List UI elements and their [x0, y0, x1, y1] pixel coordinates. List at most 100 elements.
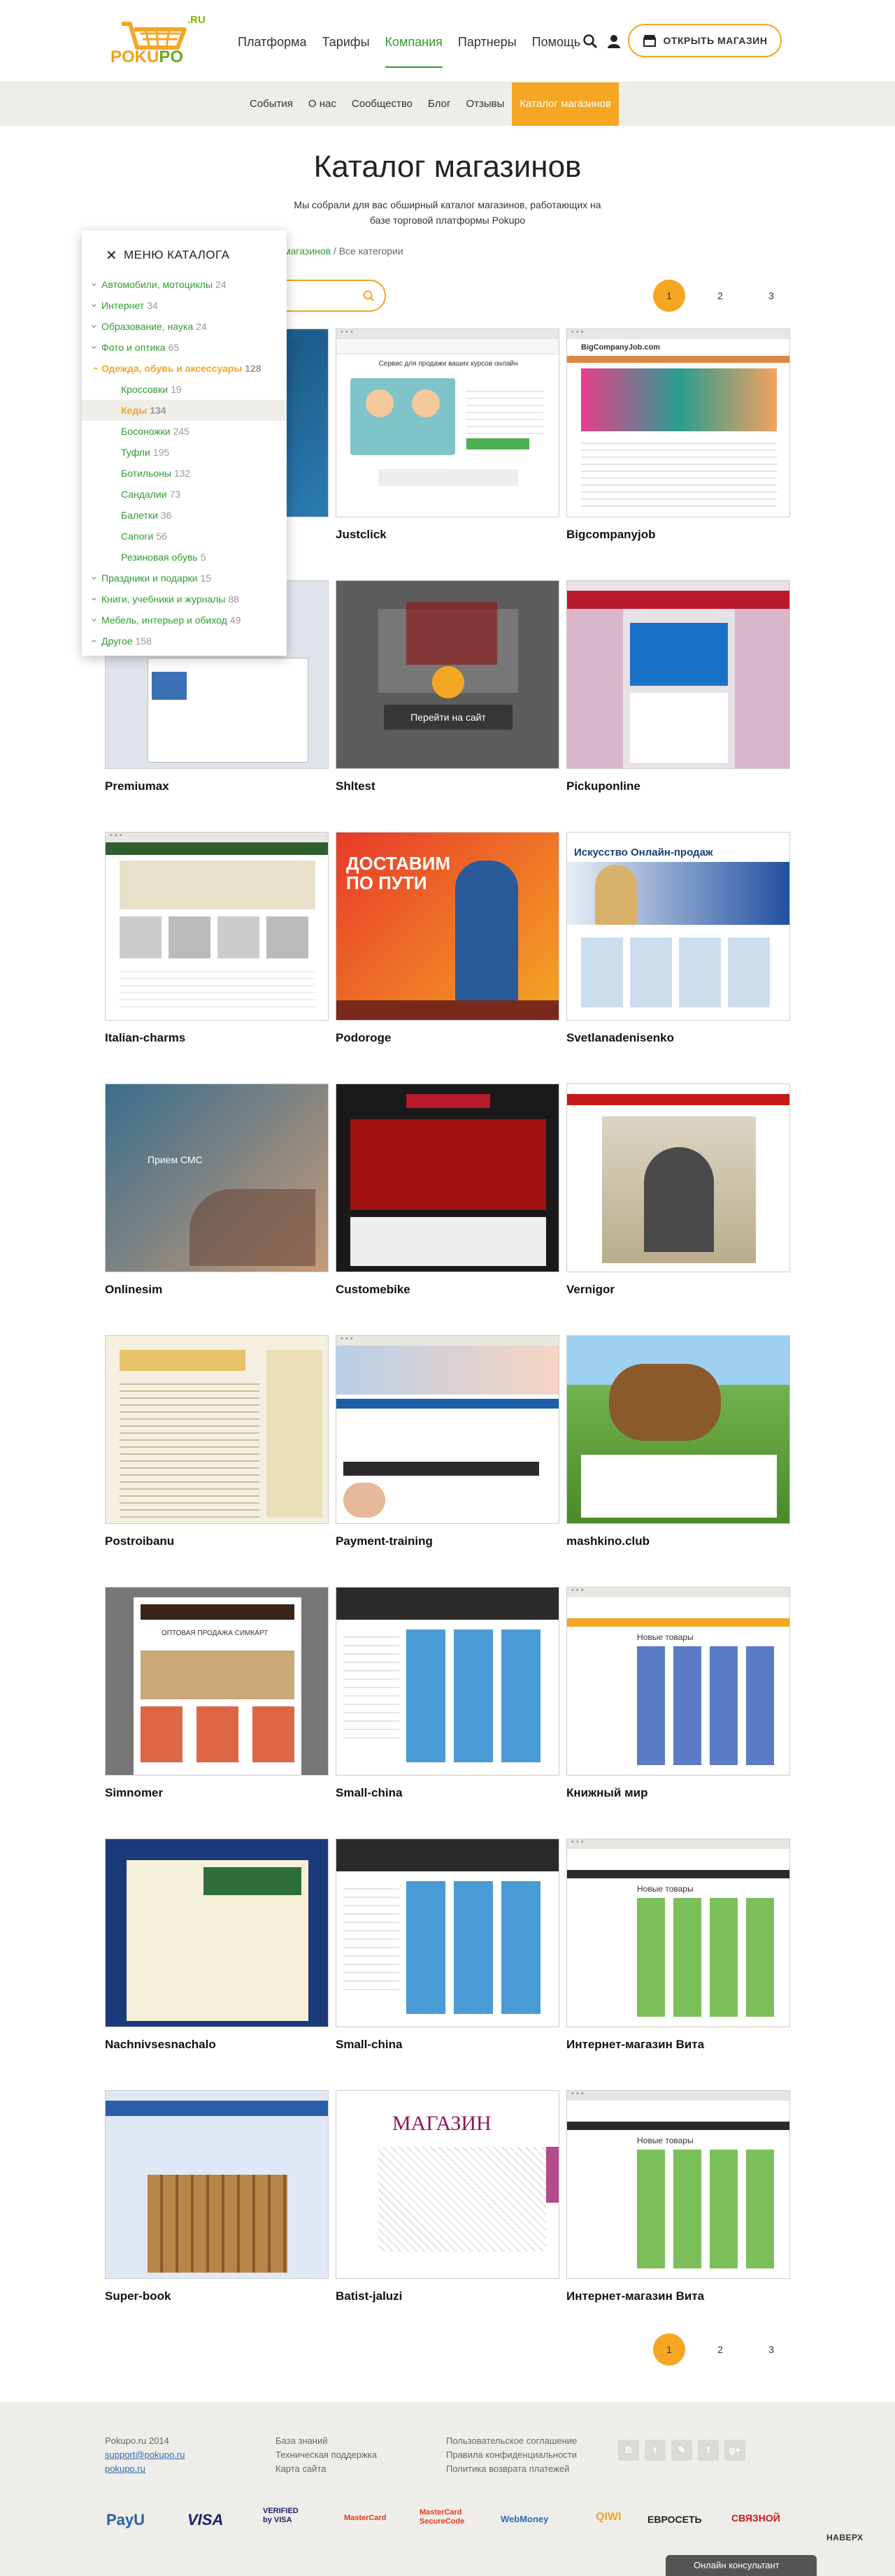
page-1[interactable]: 1 [653, 2333, 685, 2366]
user-agreement-link[interactable]: Пользовательское соглашение [446, 2434, 577, 2448]
shop-name[interactable]: Small-china [336, 2038, 402, 2052]
nav-tariffs[interactable]: Тарифы [322, 35, 370, 68]
shop-card[interactable]: Small-china [336, 1587, 559, 1799]
livejournal-icon[interactable]: ✎ [671, 2440, 692, 2461]
shop-card[interactable]: Новые товары Интернет-магазин Вита [566, 2090, 790, 2303]
shop-screenshot[interactable]: Сервис для продажи ваших курсов онлайн [336, 329, 559, 517]
shop-card[interactable]: Искусство Онлайн-продаж Svetlanadenisenk… [566, 832, 790, 1044]
shop-name[interactable]: Italian-charms [105, 1031, 185, 1045]
shop-name[interactable]: Payment-training [336, 1534, 433, 1548]
shop-card[interactable]: BigCompanyJob.com Bigcompanyjob [566, 329, 790, 541]
page-2[interactable]: 2 [704, 280, 736, 312]
shop-name[interactable]: Pickuponline [566, 779, 640, 793]
close-icon[interactable]: ✕ [106, 247, 117, 264]
sitemap-link[interactable]: Карта сайта [275, 2462, 377, 2476]
shop-name[interactable]: Vernigor [566, 1283, 615, 1297]
shop-card[interactable]: ОПТОВАЯ ПРОДАЖА СИМКАРТ Simnomer [105, 1587, 329, 1799]
shop-name[interactable]: Podoroge [336, 1031, 391, 1045]
shop-screenshot[interactable] [566, 1084, 790, 1272]
shop-screenshot[interactable]: Новые товары [566, 1587, 790, 1776]
shop-name[interactable]: Justclick [336, 528, 387, 542]
shop-screenshot[interactable] [566, 1335, 790, 1524]
shop-card[interactable]: Pickuponline [566, 580, 790, 793]
twitter-icon[interactable]: t [645, 2440, 666, 2461]
category-auto[interactable]: Автомобили, мотоциклы24 [90, 274, 287, 295]
shop-name[interactable]: Интернет-магазин Вита [566, 2289, 704, 2303]
shop-name[interactable]: Super-book [105, 2289, 171, 2303]
shop-card[interactable]: ДОСТАВИМ ПО ПУТИ Podoroge [336, 832, 559, 1044]
shop-name[interactable]: Svetlanadenisenko [566, 1031, 674, 1045]
shop-card[interactable]: Прием СМС Onlinesim [105, 1084, 329, 1296]
shop-card[interactable]: Super-book [105, 2090, 329, 2303]
online-chat-button[interactable]: Онлайн консультант [666, 2555, 817, 2576]
tech-support-link[interactable]: Техническая поддержка [275, 2448, 377, 2462]
shop-card[interactable]: mashkino.club [566, 1335, 790, 1548]
page-3[interactable]: 3 [755, 2333, 787, 2366]
shop-screenshot[interactable]: Новые товары [566, 2090, 790, 2279]
shop-screenshot[interactable]: BigCompanyJob.com [566, 329, 790, 517]
category-other[interactable]: Другое158 [90, 631, 287, 652]
shop-screenshot[interactable]: Прием СМС [105, 1084, 329, 1272]
shop-screenshot[interactable]: Искусство Онлайн-продаж [566, 832, 790, 1021]
subcategory-sneakers[interactable]: Кроссовки 19 [90, 379, 287, 400]
shop-screenshot[interactable] [105, 1839, 329, 2027]
subnav-blog[interactable]: Блог [420, 82, 458, 126]
category-holidays[interactable]: Праздники и подарки15 [90, 568, 287, 589]
subcategory-ballet-flats[interactable]: Балетки 36 [90, 505, 287, 526]
user-icon[interactable] [606, 33, 622, 50]
shop-name[interactable]: Onlinesim [105, 1283, 162, 1297]
shop-name[interactable]: mashkino.club [566, 1534, 650, 1548]
knowledge-base-link[interactable]: База знаний [275, 2434, 377, 2448]
category-internet[interactable]: Интернет34 [90, 295, 287, 316]
shop-screenshot[interactable] [336, 1587, 559, 1776]
nav-partners[interactable]: Партнеры [458, 35, 517, 68]
back-to-top-button[interactable]: НАВЕРХ [826, 2533, 864, 2542]
shop-card[interactable]: Новые товары Книжный мир [566, 1587, 790, 1799]
shop-screenshot[interactable]: МАГАЗИН [336, 2090, 559, 2279]
nav-help[interactable]: Помощь [532, 35, 581, 68]
subcategory-sandals-open[interactable]: Босоножки 245 [90, 421, 287, 442]
shop-screenshot[interactable]: ДОСТАВИМ ПО ПУТИ [336, 832, 559, 1021]
shop-name[interactable]: Nachnivsesnachalo [105, 2038, 216, 2052]
open-shop-button[interactable]: ОТКРЫТЬ МАГАЗИН [628, 24, 782, 57]
category-photo[interactable]: Фото и оптика65 [90, 337, 287, 358]
shop-name[interactable]: Batist-jaluzi [336, 2289, 402, 2303]
shop-screenshot[interactable] [105, 1335, 329, 1524]
category-furniture[interactable]: Мебель, интерьер и обиход49 [90, 610, 287, 631]
shop-name[interactable]: Simnomer [105, 1786, 163, 1800]
external-link-icon[interactable] [432, 666, 464, 698]
shop-screenshot[interactable]: Перейти на сайт [336, 580, 559, 769]
visit-site-button[interactable]: Перейти на сайт [384, 705, 513, 730]
subnav-shop-catalog[interactable]: Каталог магазинов [512, 82, 619, 126]
shop-screenshot[interactable]: Новые товары [566, 1839, 790, 2027]
subcategory-shoes[interactable]: Туфли 195 [90, 442, 287, 463]
shop-name[interactable]: Premiumax [105, 779, 169, 793]
search-icon[interactable] [582, 33, 599, 50]
subcategory-keds[interactable]: Кеды 134 [82, 400, 287, 421]
subcategory-rubber-boots[interactable]: Резиновая обувь 5 [90, 547, 287, 568]
shop-card[interactable]: Новые товары Интернет-магазин Вита [566, 1839, 790, 2051]
shop-card[interactable]: Nachnivsesnachalo [105, 1839, 329, 2051]
nav-platform[interactable]: Платформа [238, 35, 307, 68]
nav-company[interactable]: Компания [385, 35, 443, 68]
shop-name[interactable]: Small-china [336, 1786, 402, 1800]
shop-name[interactable]: Shltest [336, 779, 375, 793]
shop-card[interactable]: Small-china [336, 1839, 559, 2051]
support-email-link[interactable]: support@pokupo.ru [105, 2448, 185, 2462]
shop-screenshot[interactable] [105, 832, 329, 1021]
shop-name[interactable]: Книжный мир [566, 1786, 648, 1800]
shop-card[interactable]: Payment-training [336, 1335, 559, 1548]
subcategory-boots[interactable]: Сапоги 56 [90, 526, 287, 547]
shop-card[interactable]: Перейти на сайт Shltest [336, 580, 559, 793]
shop-screenshot[interactable]: ОПТОВАЯ ПРОДАЖА СИМКАРТ [105, 1587, 329, 1776]
refund-policy-link[interactable]: Политика возврата платежей [446, 2462, 577, 2476]
shop-card[interactable]: МАГАЗИН Batist-jaluzi [336, 2090, 559, 2303]
shop-card[interactable]: Customebike [336, 1084, 559, 1296]
category-clothing[interactable]: Одежда, обувь и аксессуары128 [90, 358, 287, 379]
shop-screenshot[interactable] [336, 1335, 559, 1524]
facebook-icon[interactable]: f [698, 2440, 719, 2461]
shop-screenshot[interactable] [105, 2090, 329, 2279]
subcategory-sandals[interactable]: Сандалии 73 [90, 484, 287, 505]
subcategory-ankle-boots[interactable]: Ботильоны 132 [90, 463, 287, 484]
subnav-reviews[interactable]: Отзывы [458, 82, 512, 126]
